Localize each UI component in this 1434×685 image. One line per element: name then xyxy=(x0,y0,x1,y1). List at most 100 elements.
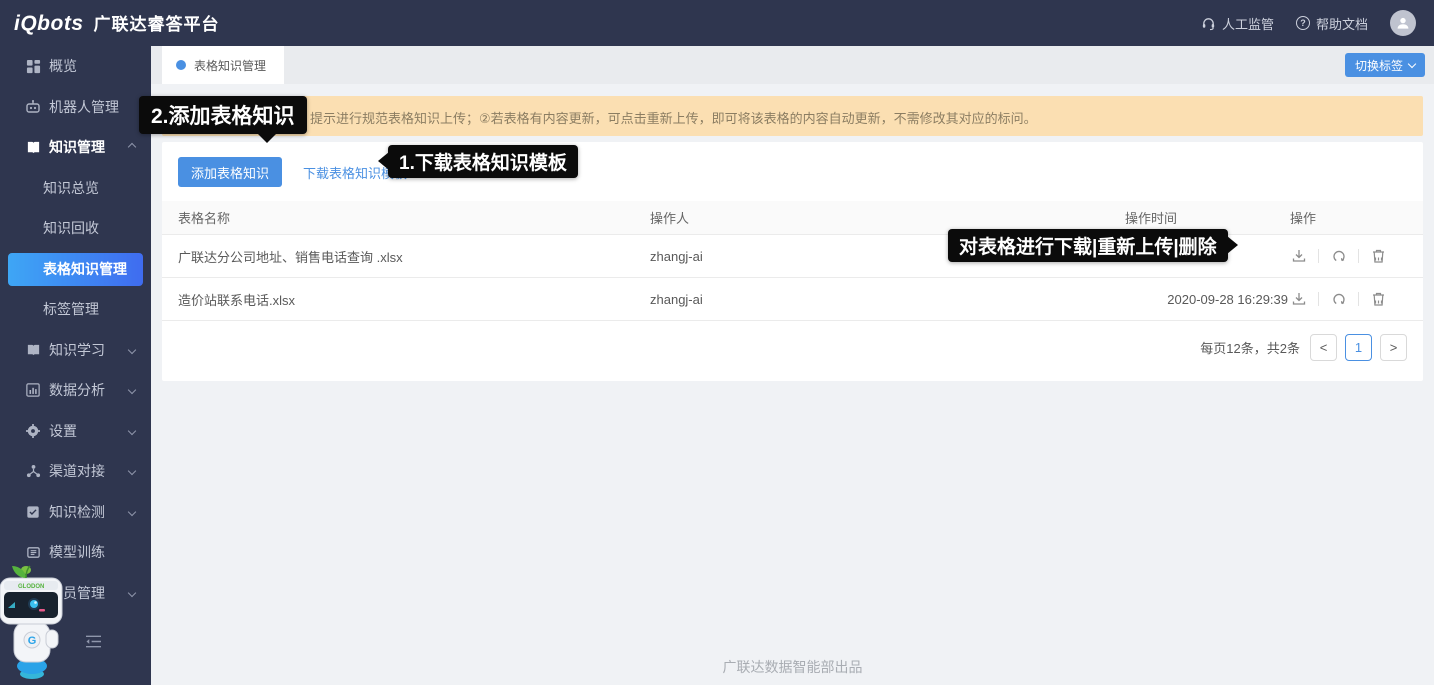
sidebar-item-label: 知识学习 xyxy=(49,340,105,360)
column-header-actions: 操作 xyxy=(1290,208,1423,227)
tab-label: 表格知识管理 xyxy=(194,57,266,74)
sidebar-item-label: 知识检测 xyxy=(49,502,105,522)
callout-pointer-down xyxy=(257,133,277,143)
sidebar-item-label: 知识管理 xyxy=(49,137,105,157)
column-header-time: 操作时间 xyxy=(1125,208,1290,227)
sidebar-subitem-knowledge-recycle[interactable]: 知识回收 xyxy=(0,208,151,249)
help-docs-label: 帮助文档 xyxy=(1316,14,1368,33)
logo: iQbots 广联达睿答平台 xyxy=(14,10,220,36)
sidebar-item-knowledge-detection[interactable]: 知识检测 xyxy=(0,492,151,533)
channel-icon xyxy=(25,463,41,479)
analytics-icon xyxy=(25,382,41,398)
table-card: 添加表格知识 下载表格知识模板 表格名称 操作人 操作时间 操作 广联达分公司地… xyxy=(162,142,1423,381)
cell-table-name: 广联达分公司地址、销售电话查询 .xlsx xyxy=(162,247,650,266)
sidebar-item-channel-integration[interactable]: 渠道对接 xyxy=(0,451,151,492)
sidebar-item-knowledge-learning[interactable]: 知识学习 xyxy=(0,330,151,371)
delete-icon[interactable] xyxy=(1370,248,1387,265)
switch-tag-label: 切换标签 xyxy=(1355,57,1403,74)
glodon-mascot[interactable]: G GLODON xyxy=(0,548,64,680)
pagination-page-1-button[interactable]: 1 xyxy=(1345,334,1372,361)
cell-operator: zhangj-ai xyxy=(650,292,1125,307)
pagination-prev-button[interactable]: < xyxy=(1310,334,1337,361)
reupload-icon[interactable] xyxy=(1330,248,1347,265)
callout-row-actions-hint: 对表格进行下载|重新上传|删除 xyxy=(948,229,1228,262)
sidebar-collapse-icon[interactable] xyxy=(85,634,102,654)
sidebar-subitem-label: 知识回收 xyxy=(43,218,99,238)
column-header-operator: 操作人 xyxy=(650,208,1125,227)
pagination: 每页12条，共2条 < 1 > xyxy=(162,321,1423,371)
tab-table-knowledge-management[interactable]: 表格知识管理 xyxy=(162,46,284,84)
callout-pointer-right xyxy=(1227,236,1238,254)
callout-text: 对表格进行下载|重新上传|删除 xyxy=(959,232,1217,259)
cell-actions xyxy=(1290,291,1423,308)
delete-icon[interactable] xyxy=(1370,291,1387,308)
sidebar-item-label: 渠道对接 xyxy=(49,461,105,481)
robot-icon xyxy=(25,99,41,115)
divider xyxy=(1358,292,1359,306)
pagination-next-button[interactable]: > xyxy=(1380,334,1407,361)
sidebar-subitem-table-knowledge-management[interactable]: 表格知识管理 xyxy=(8,253,143,286)
sidebar-item-robot-management[interactable]: 机器人管理 xyxy=(0,87,151,128)
divider xyxy=(1358,249,1359,263)
sidebar-item-data-analytics[interactable]: 数据分析 xyxy=(0,370,151,411)
cell-actions xyxy=(1290,248,1423,265)
chevron-down-icon xyxy=(128,589,136,597)
dashboard-icon xyxy=(25,58,41,74)
footer-text: 广联达数据智能部出品 xyxy=(723,659,863,675)
cell-time: 2020-09-28 16:29:39 xyxy=(1125,292,1290,307)
help-docs-link[interactable]: ? 帮助文档 xyxy=(1296,14,1368,33)
chevron-down-icon xyxy=(1408,60,1416,68)
sidebar-subitem-label: 知识总览 xyxy=(43,178,99,198)
chevron-down-icon xyxy=(128,427,136,435)
manual-supervision-link[interactable]: 人工监管 xyxy=(1201,14,1274,33)
content: 提示进行规范表格知识上传；②若表格有内容更新，可点击重新上传，即可将该表格的内容… xyxy=(151,84,1434,381)
person-icon xyxy=(1395,15,1411,31)
switch-tag-button[interactable]: 切换标签 xyxy=(1345,53,1425,77)
callout-text: 1.下载表格知识模板 xyxy=(399,148,567,175)
download-icon[interactable] xyxy=(1290,291,1307,308)
sidebar-item-label: 概览 xyxy=(49,56,77,76)
column-header-name: 表格名称 xyxy=(162,208,650,227)
question-circle-icon: ? xyxy=(1296,16,1310,30)
sidebar-item-knowledge-management[interactable]: 知识管理 xyxy=(0,127,151,168)
table-row: 造价站联系电话.xlsx zhangj-ai 2020-09-28 16:29:… xyxy=(162,278,1423,321)
footer: 广联达数据智能部出品 xyxy=(151,657,1434,677)
reupload-icon[interactable] xyxy=(1330,291,1347,308)
manual-supervision-label: 人工监管 xyxy=(1222,14,1274,33)
app-root: iQbots 广联达睿答平台 人工监管 ? 帮助文档 概览 xyxy=(0,0,1434,685)
callout-step2-add-table-knowledge: 2.添加表格知识 xyxy=(139,96,307,134)
headset-icon xyxy=(1201,16,1216,31)
sidebar-subitem-label: 表格知识管理 xyxy=(43,259,127,279)
gear-icon xyxy=(25,423,41,439)
pagination-summary: 每页12条，共2条 xyxy=(1200,338,1300,357)
toolbar: 添加表格知识 下载表格知识模板 xyxy=(162,142,1423,201)
platform-title: 广联达睿答平台 xyxy=(94,10,220,35)
sidebar-subitem-tag-management[interactable]: 标签管理 xyxy=(0,289,151,330)
sidebar-subitem-label: 标签管理 xyxy=(43,299,99,319)
callout-step1-download-template: 1.下载表格知识模板 xyxy=(388,145,578,178)
user-avatar[interactable] xyxy=(1390,10,1416,36)
header-right: 人工监管 ? 帮助文档 xyxy=(1201,10,1416,36)
sidebar-subitem-knowledge-overview[interactable]: 知识总览 xyxy=(0,168,151,209)
divider xyxy=(1318,249,1319,263)
top-header: iQbots 广联达睿答平台 人工监管 ? 帮助文档 xyxy=(0,0,1434,46)
cell-table-name: 造价站联系电话.xlsx xyxy=(162,290,650,309)
chevron-up-icon xyxy=(128,143,136,151)
chevron-down-icon xyxy=(128,508,136,516)
learning-icon xyxy=(25,342,41,358)
svg-text:G: G xyxy=(28,635,37,647)
sidebar-item-label: 数据分析 xyxy=(49,380,105,400)
sidebar-item-overview[interactable]: 概览 xyxy=(0,46,151,87)
tab-strip: 表格知识管理 切换标签 xyxy=(151,46,1434,84)
logo-iqbots: iQbots xyxy=(14,12,84,36)
notice-alert: 提示进行规范表格知识上传；②若表格有内容更新，可点击重新上传，即可将该表格的内容… xyxy=(162,96,1423,136)
download-icon[interactable] xyxy=(1290,248,1307,265)
knowledge-icon xyxy=(25,139,41,155)
chevron-down-icon xyxy=(128,386,136,394)
sidebar-item-label: 设置 xyxy=(49,421,77,441)
callout-pointer-left xyxy=(378,152,389,170)
table-header-row: 表格名称 操作人 操作时间 操作 xyxy=(162,201,1423,235)
tab-active-dot-icon xyxy=(176,60,186,70)
sidebar-item-settings[interactable]: 设置 xyxy=(0,411,151,452)
add-table-knowledge-button[interactable]: 添加表格知识 xyxy=(178,157,282,187)
